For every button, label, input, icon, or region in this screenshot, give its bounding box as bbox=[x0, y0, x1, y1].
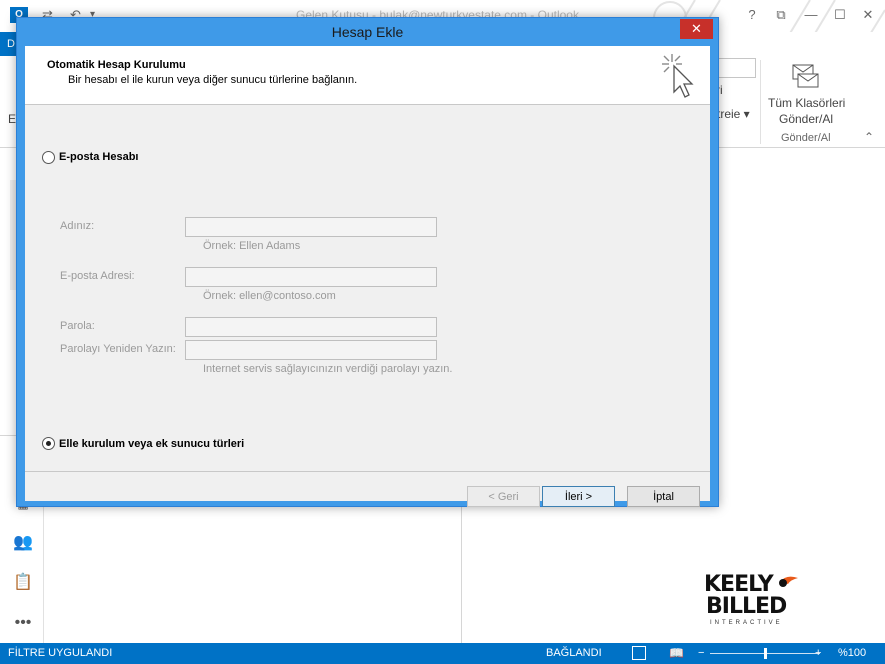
dialog-header: Otomatik Hesap Kurulumu Bir hesabı el il… bbox=[25, 46, 710, 105]
dialog-close-button[interactable]: ✕ bbox=[680, 19, 713, 39]
reading-pane-divider bbox=[461, 505, 462, 643]
connection-status: BAĞLANDI bbox=[546, 647, 602, 659]
people-icon[interactable]: 👥 bbox=[12, 532, 34, 554]
filter-email-button[interactable]: treie ▾ bbox=[717, 107, 750, 121]
add-account-dialog: Hesap Ekle ✕ Otomatik Hesap Kurulumu Bir… bbox=[16, 17, 719, 507]
header-subtitle: Bir hesabı el ile kurun veya diğer sunuc… bbox=[68, 74, 358, 86]
password-hint: Internet servis sağlayıcınızın verdiği p… bbox=[203, 363, 453, 375]
footer-separator bbox=[25, 471, 710, 472]
ribbon-group-label: Gönder/Al bbox=[781, 132, 831, 144]
dialog-title: Hesap Ekle bbox=[331, 24, 404, 40]
filter-applied-status: FİLTRE UYGULANDI bbox=[8, 647, 113, 659]
filter-email-label: treie bbox=[717, 107, 741, 121]
zoom-in-button[interactable]: + bbox=[815, 647, 821, 659]
password-label: Parola: bbox=[60, 320, 95, 332]
minimize-button[interactable]: — bbox=[801, 6, 821, 24]
toucan-icon bbox=[779, 576, 798, 587]
back-button[interactable]: < Geri bbox=[467, 486, 540, 507]
dialog-titlebar: Hesap Ekle ✕ bbox=[17, 18, 718, 46]
watermark-logo: KEELY BILLED INTERACTIVE bbox=[704, 574, 804, 634]
email-address-input[interactable] bbox=[185, 267, 437, 287]
search-people-input[interactable] bbox=[716, 58, 756, 78]
send-receive-all-button[interactable]: Tüm Klasörleri bbox=[768, 96, 845, 110]
cancel-button[interactable]: İptal bbox=[627, 486, 700, 507]
password-confirm-input[interactable] bbox=[185, 340, 437, 360]
ribbon-separator bbox=[760, 60, 761, 144]
email-account-label[interactable]: E-posta Hesabı bbox=[59, 151, 138, 163]
next-button[interactable]: İleri > bbox=[542, 486, 615, 507]
manual-setup-label[interactable]: Elle kurulum veya ek sunucu türleri bbox=[59, 438, 244, 450]
cursor-sparkle-icon bbox=[662, 54, 694, 98]
zoom-level[interactable]: %100 bbox=[838, 647, 866, 659]
tasks-icon[interactable]: 📋 bbox=[12, 572, 34, 594]
name-hint: Örnek: Ellen Adams bbox=[203, 240, 301, 252]
watermark-line3: INTERACTIVE bbox=[710, 620, 783, 626]
send-receive-all-icon bbox=[792, 64, 819, 88]
close-button[interactable]: ✕ bbox=[858, 6, 878, 24]
name-label: Adınız: bbox=[60, 220, 95, 232]
dialog-body: Otomatik Hesap Kurulumu Bir hesabı el il… bbox=[25, 46, 710, 507]
password-input[interactable] bbox=[185, 317, 437, 337]
name-input[interactable] bbox=[185, 217, 437, 237]
email-address-label: E-posta Adresi: bbox=[60, 270, 135, 282]
email-account-radio[interactable] bbox=[42, 151, 55, 164]
email-address-hint: Örnek: ellen@contoso.com bbox=[203, 290, 336, 302]
zoom-out-button[interactable]: − bbox=[698, 647, 704, 659]
reading-view-icon[interactable]: 📖 bbox=[669, 646, 684, 660]
status-bar: FİLTRE UYGULANDI BAĞLANDI 📖 − + %100 bbox=[0, 643, 885, 664]
send-receive-all-button-line2[interactable]: Gönder/Al bbox=[779, 112, 833, 126]
watermark-line2: BILLED bbox=[706, 594, 787, 619]
normal-view-icon[interactable] bbox=[632, 646, 646, 660]
ribbon-display-button[interactable]: ⧉ bbox=[771, 6, 791, 24]
collapse-ribbon-icon[interactable]: ⌃ bbox=[864, 130, 874, 144]
zoom-slider-thumb[interactable] bbox=[764, 648, 767, 659]
header-title: Otomatik Hesap Kurulumu bbox=[47, 59, 186, 71]
manual-setup-radio[interactable] bbox=[42, 437, 55, 450]
radio-selected-dot bbox=[46, 441, 51, 446]
password-confirm-label: Parolayı Yeniden Yazın: bbox=[60, 343, 176, 355]
more-icon[interactable]: ••• bbox=[12, 612, 34, 634]
help-button[interactable]: ? bbox=[742, 6, 762, 24]
maximize-button[interactable]: ☐ bbox=[830, 6, 850, 24]
